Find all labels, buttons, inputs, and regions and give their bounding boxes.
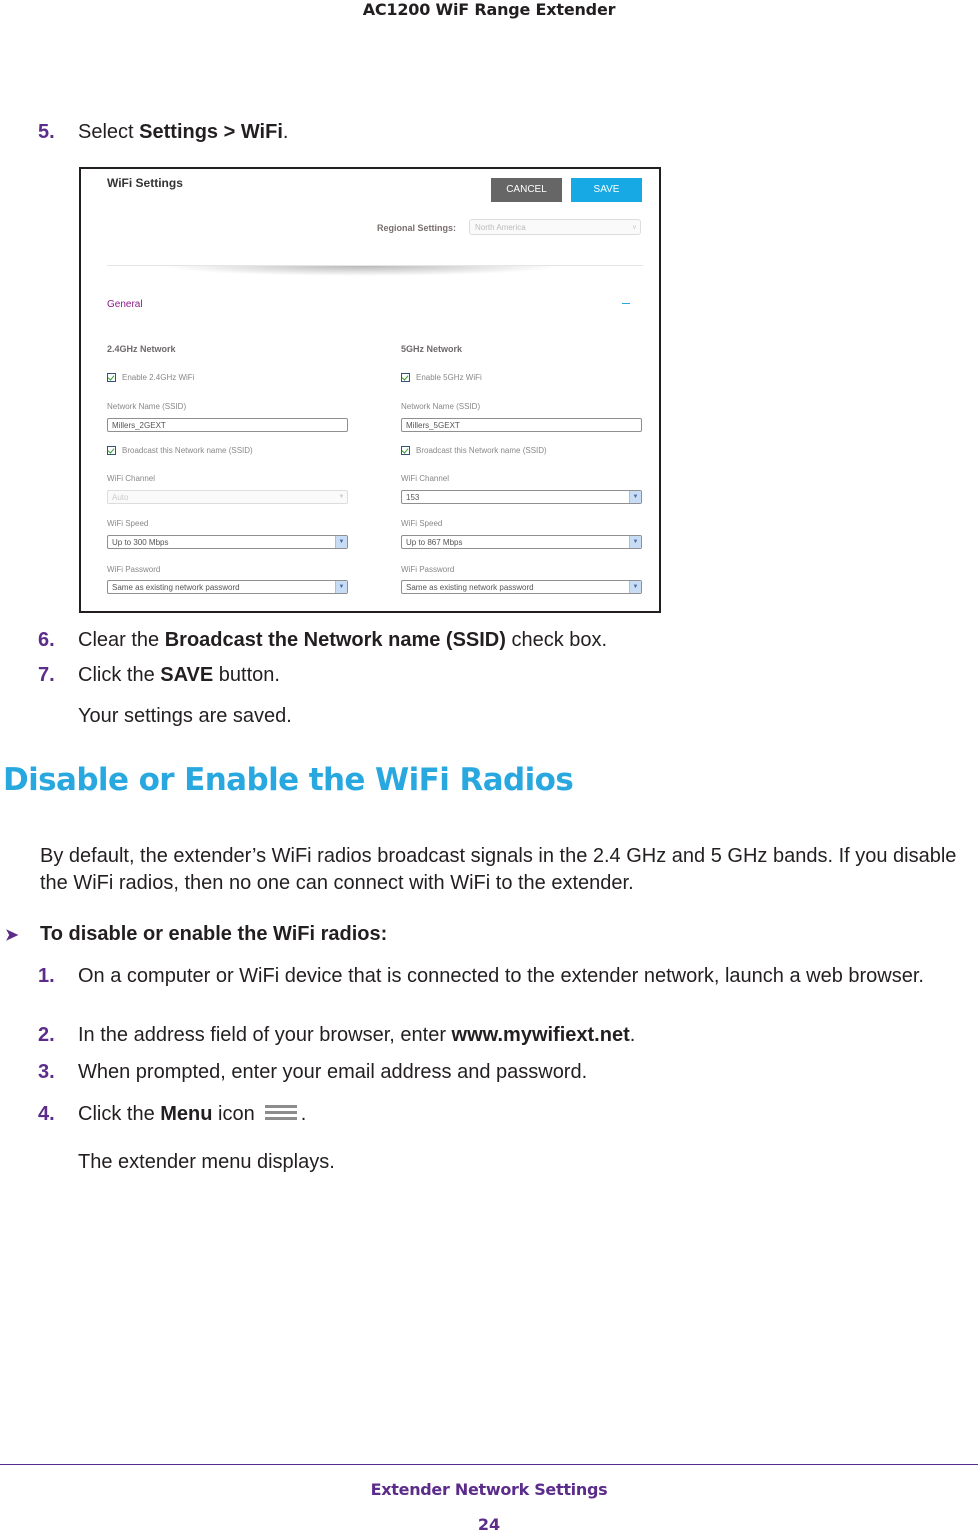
checkbox-checked-icon[interactable] <box>107 373 116 383</box>
save-button[interactable]: SAVE <box>571 178 642 202</box>
enable-5ghz-checkbox-row[interactable]: Enable 5GHz WiFi <box>401 373 482 383</box>
select-value: Auto <box>112 493 129 502</box>
select-value: Up to 867 Mbps <box>406 538 463 547</box>
section-intro: By default, the extender’s WiFi radios b… <box>40 845 957 894</box>
channel-2-4ghz-select[interactable]: Auto ▼ <box>107 490 348 504</box>
step-text-wrap: In the address field of your browser, en… <box>78 1024 973 1046</box>
select-value: Same as existing network password <box>112 583 240 592</box>
page-number: 24 <box>477 1515 501 1534</box>
menu-hamburger-icon <box>264 1102 297 1124</box>
ssid-label: Network Name (SSID) <box>107 402 187 411</box>
select-value: Same as existing network password <box>406 583 534 592</box>
network-title: 5GHz Network <box>401 344 463 354</box>
step-number: 4. <box>38 1103 55 1125</box>
chevron-down-icon: ▼ <box>335 581 347 593</box>
chevron-down-icon: ∨ <box>631 224 637 231</box>
step-text: Clear the <box>78 629 165 651</box>
password-label: WiFi Password <box>107 565 161 574</box>
regional-settings-value: North America <box>475 223 526 232</box>
step-number: 6. <box>38 629 55 651</box>
speed-label: WiFi Speed <box>107 519 149 528</box>
broadcast-2-4ghz-checkbox-row[interactable]: Broadcast this Network name (SSID) <box>107 446 253 456</box>
step-emphasis: SAVE <box>160 664 214 686</box>
password-label: WiFi Password <box>401 565 455 574</box>
step-text: Select <box>78 121 140 143</box>
procedure-step-2: 2. In the address field of your browser,… <box>38 1024 973 1046</box>
arrow-bullet-icon: ➤ <box>5 927 19 944</box>
speed-2-4ghz-select[interactable]: Up to 300 Mbps ▼ <box>107 535 348 549</box>
step-6: 6. Clear the Broadcast the Network name (… <box>38 628 607 652</box>
step-number: 1. <box>38 965 55 987</box>
chevron-down-icon: ▼ <box>335 536 347 548</box>
enable-2-4ghz-checkbox-row[interactable]: Enable 2.4GHz WiFi <box>107 373 195 383</box>
step-emphasis: Broadcast the Network name (SSID) <box>164 629 506 651</box>
url-emphasis: www.mywifiext.net <box>451 1024 630 1046</box>
checkbox-label: Broadcast this Network name (SSID) <box>416 446 547 455</box>
chevron-down-icon: ▼ <box>338 494 345 500</box>
step-text: Click the <box>78 1103 161 1125</box>
speed-5ghz-select[interactable]: Up to 867 Mbps ▼ <box>401 535 642 549</box>
step-text-end: icon <box>212 1103 255 1125</box>
footer-rule <box>0 1464 978 1465</box>
step-period: . <box>300 1103 307 1125</box>
collapse-icon[interactable] <box>622 303 630 304</box>
section-heading: Disable or Enable the WiFi Radios <box>3 762 574 798</box>
step-text-end: . <box>282 121 289 143</box>
password-2-4ghz-select[interactable]: Same as existing network password ▼ <box>107 580 348 594</box>
wifi-settings-title: WiFi Settings <box>107 176 183 190</box>
running-header: AC1200 WiF Range Extender <box>362 0 616 19</box>
broadcast-5ghz-checkbox-row[interactable]: Broadcast this Network name (SSID) <box>401 446 547 456</box>
step-number: 5. <box>38 121 55 143</box>
checkbox-label: Enable 2.4GHz WiFi <box>122 373 195 382</box>
general-section-label: General <box>107 299 143 310</box>
procedure-step-1: 1. On a computer or WiFi device that is … <box>38 965 973 987</box>
regional-settings-label: Regional Settings: <box>377 223 457 233</box>
footer-chapter: Extender Network Settings <box>370 1480 608 1499</box>
speed-label: WiFi Speed <box>401 519 443 528</box>
step-text-wrap: Click the Menu icon. <box>78 1103 973 1126</box>
cancel-button[interactable]: CANCEL <box>491 178 562 202</box>
procedure-title: To disable or enable the WiFi radios: <box>40 923 388 945</box>
step-text-end: button. <box>213 664 280 686</box>
channel-5ghz-select[interactable]: 153 ▼ <box>401 490 642 504</box>
select-value: 153 <box>406 493 420 502</box>
network-title: 2.4GHz Network <box>107 344 176 354</box>
step-text-end: check box. <box>505 629 608 651</box>
select-value: Up to 300 Mbps <box>112 538 169 547</box>
chevron-down-icon: ▼ <box>629 536 641 548</box>
step-emphasis: Settings > WiFi <box>139 121 283 143</box>
chevron-down-icon: ▼ <box>629 581 641 593</box>
checkbox-label: Enable 5GHz WiFi <box>416 373 482 382</box>
step-text: In the address field of your browser, en… <box>78 1024 452 1046</box>
checkbox-checked-icon[interactable] <box>107 446 116 456</box>
step-text: Click the <box>78 664 161 686</box>
step-text-end: . <box>629 1024 636 1046</box>
ssid-5ghz-input[interactable]: Millers_5GEXT <box>401 418 642 432</box>
procedure-heading: ➤ To disable or enable the WiFi radios: <box>5 923 387 946</box>
divider-shadow <box>161 266 561 276</box>
password-5ghz-select[interactable]: Same as existing network password ▼ <box>401 580 642 594</box>
chevron-down-icon: ▼ <box>629 491 641 503</box>
result-text: Your settings are saved. <box>78 705 292 727</box>
step-7: 7. Click the SAVE button. <box>38 663 280 687</box>
channel-label: WiFi Channel <box>107 474 156 483</box>
checkbox-checked-icon[interactable] <box>401 373 410 383</box>
step-5: 5. Select Settings > WiFi. <box>38 120 288 144</box>
checkbox-checked-icon[interactable] <box>401 446 410 456</box>
procedure-step-4: 4. Click the Menu icon. <box>38 1103 973 1126</box>
ssid-2-4ghz-input[interactable]: Millers_2GEXT <box>107 418 348 432</box>
ssid-label: Network Name (SSID) <box>401 402 481 411</box>
menu-emphasis: Menu <box>160 1103 213 1125</box>
channel-label: WiFi Channel <box>401 474 450 483</box>
step-number: 3. <box>38 1061 55 1083</box>
step-text: When prompted, enter your email address … <box>78 1061 588 1083</box>
checkbox-label: Broadcast this Network name (SSID) <box>122 446 253 455</box>
step-number: 7. <box>38 664 55 686</box>
regional-settings-select[interactable]: North America ∨ <box>469 219 641 235</box>
wifi-settings-screenshot: WiFi Settings CANCEL SAVE Regional Setti… <box>79 167 661 613</box>
step-text: On a computer or WiFi device that is con… <box>78 965 924 987</box>
menu-result-text: The extender menu displays. <box>78 1151 335 1173</box>
procedure-step-3: 3. When prompted, enter your email addre… <box>38 1061 973 1083</box>
step-number: 2. <box>38 1024 55 1046</box>
